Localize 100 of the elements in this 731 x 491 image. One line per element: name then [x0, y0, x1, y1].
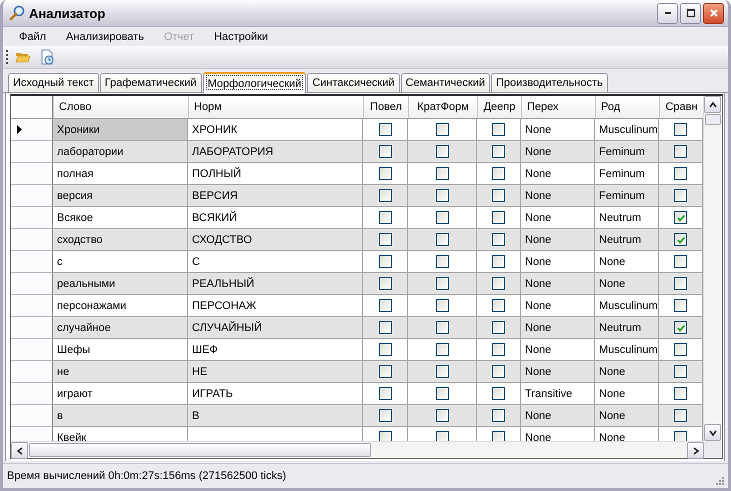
- horizontal-scrollbar[interactable]: [11, 441, 704, 458]
- column-header[interactable]: Норм: [188, 96, 363, 118]
- scroll-down-button[interactable]: [704, 424, 721, 441]
- checkbox[interactable]: [492, 409, 505, 422]
- checkbox[interactable]: [378, 255, 392, 268]
- table-cell: играют: [57, 388, 92, 400]
- checkbox[interactable]: [436, 387, 448, 400]
- checkbox[interactable]: [378, 299, 392, 312]
- checkbox[interactable]: [378, 123, 392, 136]
- checkbox[interactable]: [378, 233, 392, 246]
- checkbox[interactable]: [436, 123, 448, 136]
- checkbox[interactable]: [436, 343, 448, 356]
- checkbox[interactable]: [378, 211, 392, 224]
- checkbox[interactable]: [674, 211, 687, 224]
- table-cell: None: [525, 256, 552, 268]
- table-cell: Neutrum: [599, 234, 642, 246]
- menu-item[interactable]: Настройки: [204, 27, 278, 46]
- checkbox[interactable]: [492, 167, 505, 180]
- checkbox[interactable]: [674, 431, 687, 441]
- column-header[interactable]: Слово: [53, 96, 188, 118]
- checkbox[interactable]: [674, 387, 687, 400]
- checkbox[interactable]: [674, 343, 687, 356]
- checkbox[interactable]: [492, 299, 505, 312]
- checkbox[interactable]: [492, 189, 505, 202]
- checkbox[interactable]: [378, 365, 392, 378]
- close-button[interactable]: [703, 2, 724, 24]
- checkbox[interactable]: [378, 277, 392, 290]
- checkbox[interactable]: [674, 189, 687, 202]
- checkbox[interactable]: [492, 277, 505, 290]
- checkbox[interactable]: [492, 211, 505, 224]
- checkbox[interactable]: [674, 233, 687, 246]
- checkbox[interactable]: [378, 431, 392, 441]
- checkbox[interactable]: [436, 233, 448, 246]
- column-header[interactable]: Повел: [363, 96, 408, 118]
- scroll-right-button[interactable]: [687, 442, 704, 459]
- tab[interactable]: Морфологический: [202, 72, 306, 93]
- checkbox[interactable]: [492, 145, 505, 158]
- checkbox[interactable]: [436, 299, 448, 312]
- checkbox[interactable]: [674, 321, 687, 334]
- checkbox[interactable]: [378, 145, 392, 158]
- checkbox[interactable]: [436, 211, 448, 224]
- checkbox[interactable]: [378, 387, 392, 400]
- table-cell: сходство: [57, 234, 103, 246]
- menu-item[interactable]: Анализировать: [56, 27, 154, 46]
- checkbox[interactable]: [674, 255, 687, 268]
- checkbox[interactable]: [492, 365, 505, 378]
- checkbox[interactable]: [436, 167, 448, 180]
- checkbox[interactable]: [674, 409, 687, 422]
- checkbox[interactable]: [674, 145, 687, 158]
- column-header[interactable]: Род: [595, 96, 659, 118]
- scroll-thumb[interactable]: [29, 443, 371, 457]
- table-cell: None: [525, 344, 552, 356]
- table-cell: Feminum: [599, 146, 645, 158]
- row-header[interactable]: [11, 119, 53, 141]
- checkbox[interactable]: [674, 123, 687, 136]
- checkbox[interactable]: [378, 189, 392, 202]
- checkbox[interactable]: [674, 299, 687, 312]
- checkbox[interactable]: [492, 123, 505, 136]
- checkbox[interactable]: [492, 431, 505, 441]
- tab[interactable]: Графематический: [100, 73, 202, 92]
- tab[interactable]: Синтаксический: [307, 73, 400, 92]
- maximize-button[interactable]: [680, 2, 701, 24]
- checkbox[interactable]: [492, 255, 505, 268]
- checkbox[interactable]: [492, 233, 505, 246]
- checkbox[interactable]: [674, 365, 687, 378]
- checkbox[interactable]: [436, 255, 448, 268]
- scroll-left-button[interactable]: [11, 442, 28, 459]
- checkbox[interactable]: [436, 189, 448, 202]
- checkbox[interactable]: [378, 167, 392, 180]
- checkbox[interactable]: [436, 277, 448, 290]
- minimize-button[interactable]: [657, 2, 678, 24]
- tab[interactable]: Исходный текст: [8, 73, 99, 92]
- tab[interactable]: Производительность: [491, 73, 608, 92]
- table-cell: None: [525, 366, 552, 378]
- checkbox[interactable]: [436, 145, 448, 158]
- checkbox[interactable]: [378, 409, 392, 422]
- checkbox[interactable]: [378, 321, 392, 334]
- checkbox[interactable]: [492, 321, 505, 334]
- table-cell: Шефы: [57, 344, 90, 356]
- tab[interactable]: Семантический: [400, 73, 490, 92]
- checkbox[interactable]: [674, 277, 687, 290]
- scroll-up-button[interactable]: [704, 96, 721, 113]
- checkbox[interactable]: [378, 343, 392, 356]
- table-cell: None: [525, 432, 552, 441]
- table-cell: Musculinum: [599, 300, 658, 312]
- checkbox[interactable]: [436, 365, 448, 378]
- checkbox[interactable]: [436, 321, 448, 334]
- scroll-thumb[interactable]: [705, 114, 721, 125]
- column-header[interactable]: Перех: [521, 96, 595, 118]
- checkbox[interactable]: [436, 409, 448, 422]
- table-cell: СХОДСТВО: [192, 234, 252, 246]
- vertical-scrollbar[interactable]: [703, 96, 722, 441]
- column-header[interactable]: Деепр: [477, 96, 521, 118]
- checkbox[interactable]: [674, 167, 687, 180]
- menu-item[interactable]: Файл: [9, 27, 56, 46]
- checkbox[interactable]: [436, 431, 448, 441]
- checkbox[interactable]: [492, 387, 505, 400]
- checkbox[interactable]: [492, 343, 505, 356]
- column-header[interactable]: КратФорм: [408, 96, 477, 118]
- table-cell: None: [525, 410, 552, 422]
